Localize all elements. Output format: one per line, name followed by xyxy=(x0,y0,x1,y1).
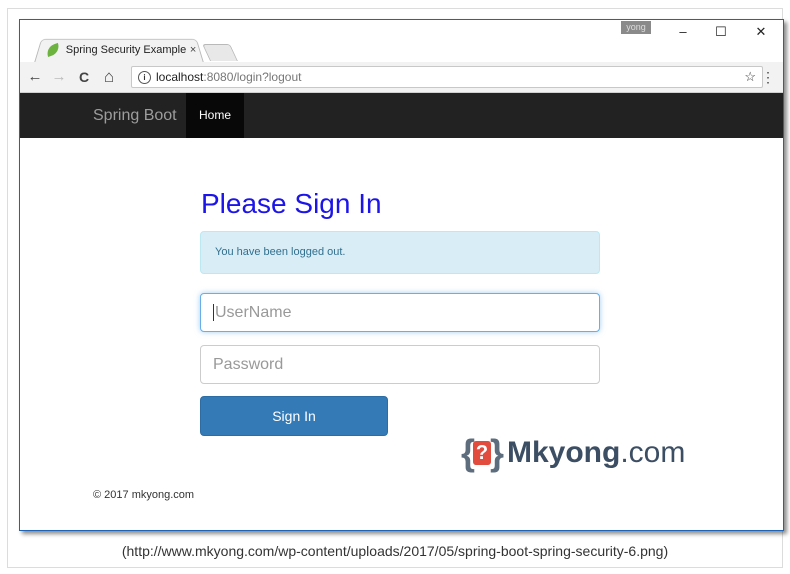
bookmark-star-icon[interactable]: ☆ xyxy=(744,67,756,87)
browser-menu-icon[interactable]: ⋮ xyxy=(760,67,776,87)
url-host: localhost xyxy=(156,70,204,84)
title-bar: Spring Security Example × yong – ☐ ✕ xyxy=(20,20,783,63)
url-field[interactable]: i localhost :8080/login?logout ☆ xyxy=(131,66,763,88)
close-window-button[interactable]: ✕ xyxy=(746,22,776,42)
nav-item-home[interactable]: Home xyxy=(186,93,244,138)
reload-icon[interactable]: C xyxy=(75,67,93,87)
new-tab-button[interactable] xyxy=(202,44,238,61)
page-title: Please Sign In xyxy=(201,188,382,219)
site-navbar: Spring Boot Home xyxy=(20,93,783,138)
navbar-brand[interactable]: Spring Boot xyxy=(93,93,177,138)
password-placeholder: Password xyxy=(213,356,284,373)
watermark-suffix: .com xyxy=(620,436,686,469)
back-arrow-icon[interactable]: ← xyxy=(26,67,44,87)
user-profile-badge[interactable]: yong xyxy=(621,21,651,34)
maximize-button[interactable]: ☐ xyxy=(706,22,736,42)
info-icon[interactable]: i xyxy=(138,70,151,84)
logout-alert: You have been logged out. xyxy=(200,231,600,274)
spring-leaf-icon xyxy=(44,42,62,58)
mkyong-watermark: { ? } Mkyong .com xyxy=(461,432,686,474)
home-icon[interactable]: ⌂ xyxy=(100,67,118,87)
username-input[interactable]: UserName xyxy=(200,293,600,332)
logo-brace-right: } xyxy=(490,432,505,473)
forward-arrow-icon[interactable]: → xyxy=(50,67,68,87)
password-input[interactable]: Password xyxy=(200,345,600,384)
image-caption: (http://www.mkyong.com/wp-content/upload… xyxy=(121,543,669,559)
browser-tab-content[interactable]: Spring Security Example × xyxy=(40,38,204,62)
mkyong-logo-icon: { ? } xyxy=(461,432,505,473)
page-footer: © 2017 mkyong.com xyxy=(93,489,195,501)
username-placeholder: UserName xyxy=(215,304,292,321)
address-bar: ← → C ⌂ i localhost :8080/login?logout ☆… xyxy=(20,62,783,93)
browser-window: Spring Security Example × yong – ☐ ✕ ← →… xyxy=(19,19,784,531)
tab-close-icon[interactable]: × xyxy=(186,44,200,56)
minimize-button[interactable]: – xyxy=(668,22,698,42)
logo-question-mark: ? xyxy=(473,441,491,465)
sign-in-button[interactable]: Sign In xyxy=(200,396,388,436)
url-path: :8080/login?logout xyxy=(203,70,302,84)
tab-title: Spring Security Example xyxy=(65,44,187,56)
watermark-brand: Mkyong xyxy=(507,436,621,469)
text-caret xyxy=(213,304,214,322)
